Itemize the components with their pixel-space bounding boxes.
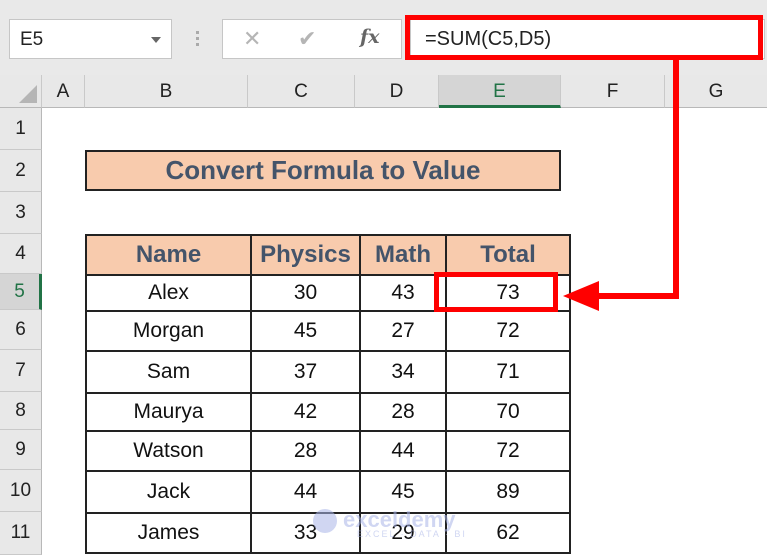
- cell-total[interactable]: 72: [445, 430, 571, 472]
- select-all-button[interactable]: [0, 75, 42, 108]
- header-total[interactable]: Total: [445, 234, 571, 276]
- column-header-f[interactable]: F: [561, 75, 665, 108]
- formula-buttons: ✕ ✔ fx: [222, 19, 402, 59]
- grip-handle-icon[interactable]: [196, 31, 199, 47]
- cell-name[interactable]: Maurya: [85, 392, 252, 432]
- watermark: exceldemy EXCEL · DATA · BI: [313, 507, 465, 539]
- enter-icon[interactable]: ✔: [298, 26, 316, 52]
- exceldemy-logo-icon: [313, 509, 337, 534]
- row-header-5[interactable]: 5: [0, 274, 42, 310]
- sheet-title[interactable]: Convert Formula to Value: [85, 150, 561, 191]
- column-header-c[interactable]: C: [248, 75, 355, 108]
- cell-math[interactable]: 27: [359, 310, 447, 352]
- cell-math[interactable]: 28: [359, 392, 447, 432]
- row-header-4[interactable]: 4: [0, 234, 42, 274]
- cell-name[interactable]: Morgan: [85, 310, 252, 352]
- cell-total[interactable]: 71: [445, 350, 571, 394]
- cell-physics[interactable]: 30: [250, 274, 361, 312]
- cell-total[interactable]: 89: [445, 470, 571, 514]
- table-row: Morgan 45 27 72: [85, 310, 571, 352]
- cell-physics[interactable]: 42: [250, 392, 361, 432]
- table-header-row: Name Physics Math Total: [85, 234, 571, 276]
- row-header-7[interactable]: 7: [0, 350, 42, 392]
- row-header-9[interactable]: 9: [0, 430, 42, 470]
- cell-name[interactable]: Watson: [85, 430, 252, 472]
- arrow-connector-vertical: [673, 58, 679, 299]
- row-header-11[interactable]: 11: [0, 512, 42, 555]
- chevron-down-icon[interactable]: [151, 37, 161, 43]
- row-header-6[interactable]: 6: [0, 310, 42, 350]
- header-math[interactable]: Math: [359, 234, 447, 276]
- column-header-b[interactable]: B: [85, 75, 248, 108]
- header-physics[interactable]: Physics: [250, 234, 361, 276]
- row-header-3[interactable]: 3: [0, 192, 42, 234]
- watermark-tagline: EXCEL · DATA · BI: [357, 529, 467, 539]
- column-header-e[interactable]: E: [439, 75, 561, 108]
- table-row: Maurya 42 28 70: [85, 392, 571, 432]
- header-name[interactable]: Name: [85, 234, 252, 276]
- cell-total[interactable]: 70: [445, 392, 571, 432]
- cell-physics[interactable]: 28: [250, 430, 361, 472]
- select-all-icon: [19, 85, 37, 103]
- cell-math[interactable]: 44: [359, 430, 447, 472]
- cell-name[interactable]: James: [85, 512, 252, 554]
- row-header-10[interactable]: 10: [0, 470, 42, 512]
- cell-name[interactable]: Alex: [85, 274, 252, 312]
- row-header-2[interactable]: 2: [0, 150, 42, 192]
- name-box[interactable]: E5: [9, 19, 172, 59]
- name-box-value: E5: [20, 29, 44, 50]
- arrow-left-icon: [563, 281, 599, 311]
- column-header-d[interactable]: D: [355, 75, 439, 108]
- column-header-g[interactable]: G: [665, 75, 767, 108]
- cell-name[interactable]: Jack: [85, 470, 252, 514]
- row-header-8[interactable]: 8: [0, 392, 42, 430]
- cell-highlight-box: [434, 272, 558, 312]
- cell-name[interactable]: Sam: [85, 350, 252, 394]
- formula-highlight-box: [405, 15, 763, 60]
- table-row: Sam 37 34 71: [85, 350, 571, 394]
- cell-total[interactable]: 72: [445, 310, 571, 352]
- column-header-a[interactable]: A: [42, 75, 85, 108]
- cell-physics[interactable]: 45: [250, 310, 361, 352]
- cell-math[interactable]: 34: [359, 350, 447, 394]
- cancel-icon[interactable]: ✕: [243, 26, 261, 52]
- arrow-connector-horizontal: [596, 293, 679, 299]
- insert-function-icon[interactable]: fx: [360, 26, 380, 48]
- cell-physics[interactable]: 37: [250, 350, 361, 394]
- table-row: Watson 28 44 72: [85, 430, 571, 472]
- row-header-1[interactable]: 1: [0, 108, 42, 150]
